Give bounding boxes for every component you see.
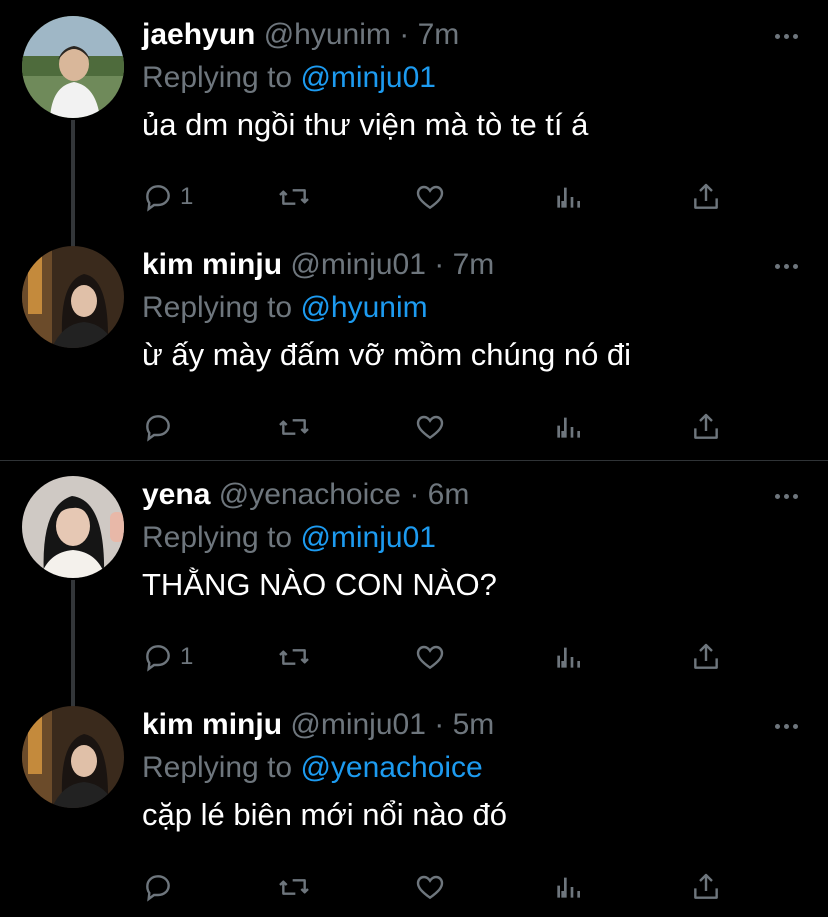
share-icon [694, 413, 718, 439]
tweet-header: jaehyun @hyunim · 7m [142, 14, 788, 56]
replying-prefix: Replying to [142, 291, 293, 324]
replying-to: Replying to @minju01 [142, 516, 788, 560]
analytics-button[interactable] [552, 180, 584, 214]
tweet-actions: 1 [142, 640, 732, 674]
share-button[interactable] [690, 410, 722, 444]
more-icon[interactable] [775, 494, 798, 499]
user-handle[interactable]: @yenachoice [219, 478, 401, 511]
retweet-button[interactable] [277, 870, 311, 904]
share-button[interactable] [690, 180, 722, 214]
like-icon [416, 415, 444, 440]
like-button[interactable] [414, 870, 446, 904]
more-icon[interactable] [775, 34, 798, 39]
reply-icon [146, 185, 170, 212]
reply-icon [146, 645, 170, 672]
user-handle[interactable]: @minju01 [290, 708, 426, 741]
retweet-icon [279, 189, 309, 205]
more-icon[interactable] [775, 264, 798, 269]
tweet[interactable]: kim minju @minju01 · 5m Replying to @yen… [0, 690, 828, 917]
retweet-button[interactable] [277, 640, 311, 674]
analytics-button[interactable] [552, 410, 584, 444]
display-name[interactable]: kim minju [142, 248, 282, 281]
reply-button[interactable] [142, 870, 180, 904]
tweet-text: ủa dm ngồi thư viện mà tò te tí á [142, 107, 589, 142]
like-icon [416, 875, 444, 900]
tweet-header: kim minju @minju01 · 7m [142, 244, 788, 286]
replying-to: Replying to @minju01 [142, 56, 788, 100]
separator-dot: · [434, 248, 445, 281]
tweet-text: THẰNG NÀO CON NÀO? [142, 567, 497, 602]
retweet-icon [279, 419, 309, 435]
analytics-icon [557, 187, 580, 208]
timestamp[interactable]: 5m [453, 708, 495, 741]
analytics-button[interactable] [552, 640, 584, 674]
avatar[interactable] [22, 476, 124, 578]
analytics-icon [557, 647, 580, 668]
mention-link[interactable]: @minju01 [300, 521, 436, 554]
replying-prefix: Replying to [142, 521, 293, 554]
avatar[interactable] [22, 16, 124, 118]
separator-dot: · [434, 708, 445, 741]
replying-to: Replying to @hyunim [142, 286, 788, 330]
analytics-icon [557, 877, 580, 898]
user-handle[interactable]: @minju01 [290, 248, 426, 281]
display-name[interactable]: yena [142, 478, 210, 511]
display-name[interactable]: kim minju [142, 708, 282, 741]
reply-button[interactable]: 1 [142, 640, 193, 674]
replying-prefix: Replying to [142, 61, 293, 94]
display-name[interactable]: jaehyun [142, 18, 255, 51]
more-icon[interactable] [775, 724, 798, 729]
share-icon [694, 873, 718, 899]
replying-prefix: Replying to [142, 751, 293, 784]
like-icon [416, 185, 444, 210]
reply-count: 1 [180, 643, 194, 670]
reply-icon [146, 415, 170, 442]
tweet-header: kim minju @minju01 · 5m [142, 704, 788, 746]
like-button[interactable] [414, 180, 446, 214]
tweet-actions [142, 870, 732, 904]
avatar[interactable] [22, 706, 124, 808]
reply-button[interactable] [142, 410, 180, 444]
share-icon [694, 183, 718, 209]
separator-dot: · [399, 18, 410, 51]
tweet[interactable]: yena @yenachoice · 6m Replying to @minju… [0, 460, 828, 690]
tweet[interactable]: jaehyun @hyunim · 7m Replying to @minju0… [0, 0, 828, 230]
mention-link[interactable]: @hyunim [300, 291, 427, 324]
share-button[interactable] [690, 640, 722, 674]
retweet-button[interactable] [277, 180, 311, 214]
share-button[interactable] [690, 870, 722, 904]
timestamp[interactable]: 6m [428, 478, 470, 511]
reply-icon [146, 875, 170, 902]
tweet-actions [142, 410, 732, 444]
mention-link[interactable]: @minju01 [300, 61, 436, 94]
reply-count: 1 [180, 183, 194, 210]
avatar[interactable] [22, 246, 124, 348]
timestamp[interactable]: 7m [418, 18, 460, 51]
analytics-icon [557, 417, 580, 438]
tweet-text: cặp lé biên mới nổi nào đó [142, 797, 508, 832]
reply-button[interactable]: 1 [142, 180, 193, 214]
like-button[interactable] [414, 410, 446, 444]
tweet-header: yena @yenachoice · 6m [142, 474, 788, 516]
separator-dot: · [409, 478, 420, 511]
user-handle[interactable]: @hyunim [264, 18, 391, 51]
tweet-actions: 1 [142, 180, 732, 214]
retweet-button[interactable] [277, 410, 311, 444]
mention-link[interactable]: @yenachoice [300, 751, 482, 784]
tweet[interactable]: kim minju @minju01 · 7m Replying to @hyu… [0, 230, 828, 460]
retweet-icon [279, 879, 309, 895]
timestamp[interactable]: 7m [453, 248, 495, 281]
tweet-text: ừ ấy mày đấm vỡ mồm chúng nó đi [142, 337, 632, 372]
like-button[interactable] [414, 640, 446, 674]
like-icon [416, 645, 444, 670]
replying-to: Replying to @yenachoice [142, 746, 788, 790]
analytics-button[interactable] [552, 870, 584, 904]
retweet-icon [279, 649, 309, 665]
share-icon [694, 643, 718, 669]
